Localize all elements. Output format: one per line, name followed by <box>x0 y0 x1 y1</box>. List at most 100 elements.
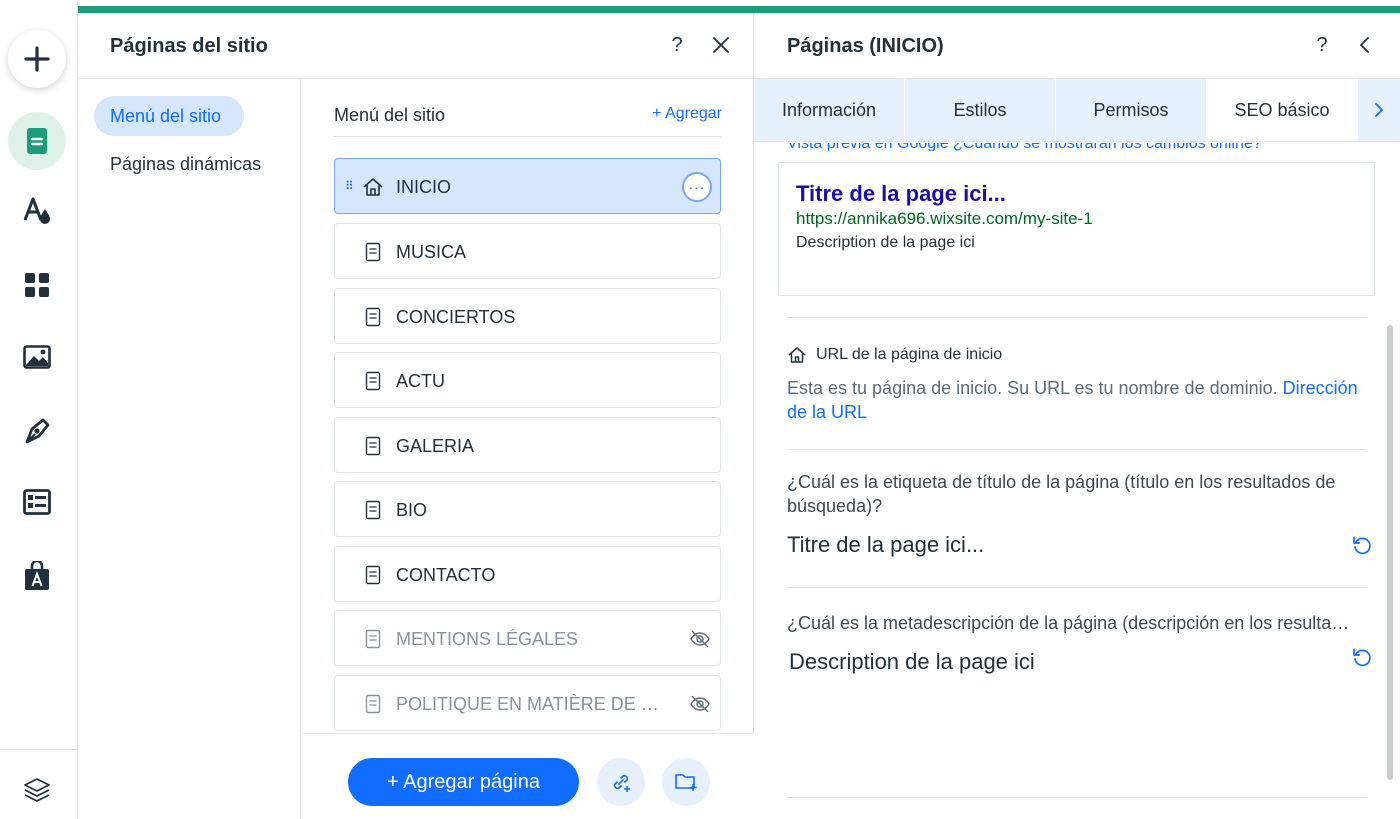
page-row-musica[interactable]: MUSICA <box>334 223 721 279</box>
pages-icon <box>27 128 47 154</box>
page-icon <box>362 564 384 586</box>
design-icon <box>23 197 50 224</box>
cms-button[interactable] <box>19 484 55 520</box>
page-row-bio[interactable]: BIO <box>334 481 721 537</box>
tab-seo-basico[interactable]: SEO básico <box>1207 79 1358 141</box>
site-pages-title: Páginas del sitio <box>110 35 268 57</box>
page-row-politique[interactable]: POLITIQUE EN MATIÈRE DE … <box>334 675 721 731</box>
page-row-conciertos[interactable]: CONCIERTOS <box>334 288 721 344</box>
rail-divider <box>0 749 77 750</box>
page-icon <box>362 628 384 650</box>
tab-permisos[interactable]: Permisos <box>1056 79 1207 141</box>
page-settings-panel: Páginas (INICIO) ? Información Estilos P… <box>754 13 1400 819</box>
section-divider <box>787 449 1367 450</box>
meta-description-input[interactable]: Description de la page ici <box>789 649 1035 675</box>
business-button[interactable] <box>19 558 55 594</box>
section-divider <box>787 317 1367 318</box>
add-page-button[interactable]: + Agregar página <box>348 758 579 806</box>
hidden-eye-icon <box>690 695 710 713</box>
chevron-left-icon <box>1360 37 1369 53</box>
homepage-url-heading: URL de la página de inicio <box>787 346 1002 364</box>
panel-accent-bar <box>78 6 1400 13</box>
menu-heading: Menú del sitio <box>334 105 446 125</box>
add-link-button[interactable] <box>597 758 645 806</box>
help-icon: ? <box>671 33 683 56</box>
page-label: MUSICA <box>396 242 467 262</box>
homepage-url-text: Esta es tu página de inicio. Su URL es t… <box>787 378 1278 398</box>
page-icon <box>362 499 384 521</box>
tabs-next-button[interactable] <box>1358 79 1400 141</box>
site-pages-footer: + Agregar página <box>302 733 754 819</box>
media-icon <box>23 345 51 369</box>
close-button[interactable] <box>707 31 735 59</box>
homepage-url-description: Esta es tu página de inicio. Su URL es t… <box>787 376 1377 424</box>
close-icon <box>713 37 729 53</box>
page-label: MENTIONS LÉGALES <box>396 629 579 649</box>
page-label: CONCIERTOS <box>396 307 516 327</box>
page-label: INICIO <box>396 177 452 197</box>
title-tag-question: ¿Cuál es la etiqueta de título de la pág… <box>787 472 1336 516</box>
page-actions-button[interactable]: ··· <box>682 172 712 202</box>
page-label: ACTU <box>396 371 445 391</box>
layers-icon <box>24 778 50 802</box>
page-settings-title: Páginas (INICIO) <box>787 35 944 57</box>
folder-add-icon <box>675 774 697 791</box>
reset-icon[interactable] <box>1351 646 1373 668</box>
nav-dynamic-pages[interactable]: Páginas dinámicas <box>110 154 261 175</box>
google-preview-label-clipped: Vista previa en Google ¿Cuándo se mostra… <box>787 143 1327 151</box>
site-design-button[interactable] <box>19 192 55 228</box>
page-row-inicio[interactable]: ⠿ INICIO ··· <box>334 158 721 214</box>
page-icon <box>362 241 384 263</box>
title-tag-input[interactable]: Titre de la page ici... <box>787 532 984 558</box>
settings-scrollbar[interactable] <box>1387 325 1393 780</box>
tab-estilos[interactable]: Estilos <box>905 79 1056 141</box>
help-button[interactable]: ? <box>1308 31 1336 59</box>
site-pages-header: Páginas del sitio ? <box>78 13 754 79</box>
add-apps-button[interactable] <box>19 267 55 303</box>
page-row-contacto[interactable]: CONTACTO <box>334 546 721 602</box>
help-button[interactable]: ? <box>663 31 691 59</box>
page-row-mentions-legales[interactable]: MENTIONS LÉGALES <box>334 610 721 666</box>
apps-icon <box>25 273 49 297</box>
page-row-actu[interactable]: ACTU <box>334 352 721 408</box>
page-row-galeria[interactable]: GALERIA <box>334 417 721 473</box>
tab-informacion[interactable]: Información <box>754 79 905 141</box>
page-icon <box>362 306 384 328</box>
section-divider <box>787 797 1367 798</box>
site-pages-panel: Páginas del sitio ? Menú del sitio Págin… <box>78 13 754 819</box>
back-button[interactable] <box>1351 31 1379 59</box>
page-label: POLITIQUE EN MATIÈRE DE … <box>396 694 659 714</box>
link-add-icon <box>613 774 630 792</box>
page-icon <box>362 693 384 715</box>
pages-menu-button[interactable] <box>8 112 66 170</box>
hidden-eye-icon <box>690 630 710 648</box>
page-settings-header: Páginas (INICIO) ? <box>754 13 1400 79</box>
reset-icon[interactable] <box>1351 534 1373 556</box>
layers-button[interactable] <box>19 772 55 808</box>
page-label: CONTACTO <box>396 565 496 585</box>
site-menu-list: Menú del sitio + Agregar ⠿ INICIO ··· MU… <box>302 79 754 819</box>
add-icon <box>24 46 50 72</box>
google-preview: Titre de la page ici... https://annika69… <box>778 162 1375 296</box>
cms-icon <box>23 489 51 515</box>
homepage-url-title: URL de la página de inicio <box>816 346 1003 363</box>
drag-handle-icon[interactable]: ⠿ <box>345 179 354 193</box>
add-menu-item-link[interactable]: + Agregar <box>652 105 722 123</box>
business-icon <box>25 561 49 590</box>
add-elements-button[interactable] <box>8 30 66 88</box>
tool-rail <box>0 0 78 819</box>
add-folder-button[interactable] <box>662 758 710 806</box>
pages-nav: Menú del sitio Páginas dinámicas <box>78 79 301 819</box>
page-icon <box>362 370 384 392</box>
settings-tabs: Información Estilos Permisos SEO básico <box>754 79 1400 142</box>
chevron-right-icon <box>1375 103 1383 117</box>
section-divider <box>787 587 1367 588</box>
nav-site-menu[interactable]: Menú del sitio <box>94 96 244 136</box>
preview-description: Description de la page ici <box>796 234 975 251</box>
page-label: GALERIA <box>396 436 475 456</box>
blog-button[interactable] <box>19 412 55 448</box>
media-button[interactable] <box>19 339 55 375</box>
blog-icon <box>25 418 50 444</box>
meta-description-question: ¿Cuál es la metadescripción de la página… <box>787 613 1350 633</box>
preview-title: Titre de la page ici... <box>796 181 1006 206</box>
